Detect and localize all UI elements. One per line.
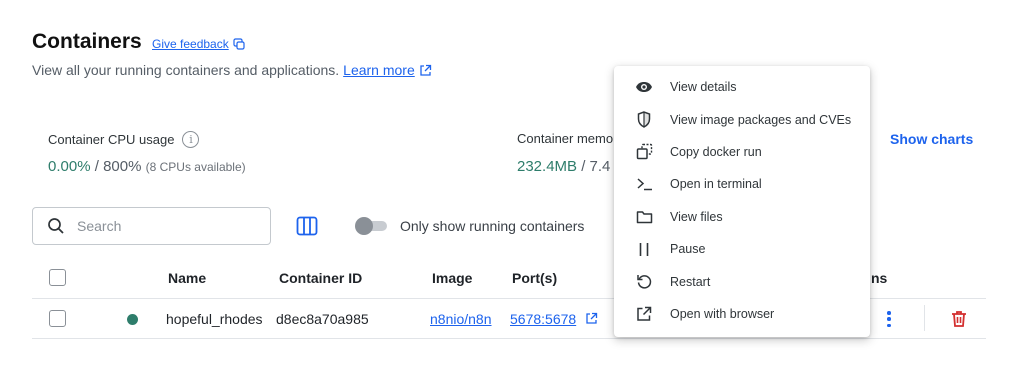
port-external-link-icon[interactable] [585,312,598,325]
running-only-label: Only show running containers [400,218,585,234]
menu-item-restart[interactable]: Restart [614,265,870,297]
feedback-icon [233,38,245,50]
restart-icon [635,273,653,291]
eye-icon [635,78,653,96]
subtitle-text: View all your running containers and app… [32,62,340,78]
menu-item-open-terminal[interactable]: Open in terminal [614,168,870,200]
menu-item-label: Open with browser [670,306,775,321]
menu-item-label: View files [670,209,723,224]
container-name[interactable]: hopeful_rhodes [166,311,263,327]
cpu-separator: / [90,158,104,175]
toggle-knob [355,217,373,235]
menu-item-label: Pause [670,242,706,257]
memory-current: 232.4MB [517,158,578,175]
cpu-usage-label: Container CPU usage i [48,131,200,148]
menu-item-view-details[interactable]: View details [614,71,870,103]
menu-item-view-packages[interactable]: View image packages and CVEs [614,103,870,135]
menu-item-pause[interactable]: Pause [614,233,870,265]
cpu-note: (8 CPUs available) [145,160,246,174]
learn-more-link[interactable]: Learn more [343,62,415,78]
pause-icon [635,240,653,258]
cpu-usage-label-text: Container CPU usage [48,132,175,147]
column-header-container-id[interactable]: Container ID [279,270,362,286]
copy-icon [635,143,653,161]
column-header-ports[interactable]: Port(s) [512,270,557,286]
status-dot [127,314,138,325]
external-link-icon [635,305,653,323]
more-actions-icon[interactable] [883,309,895,329]
menu-item-open-browser[interactable]: Open with browser [614,298,870,330]
memory-rest: / 7.4 [577,158,611,175]
column-header-name[interactable]: Name [168,270,206,286]
search-input[interactable]: Search [32,207,271,245]
column-header-image[interactable]: Image [432,270,472,286]
cpu-usage-value: 0.00% / 800% (8 CPUs available) [48,158,246,175]
page-title: Containers [32,30,142,53]
menu-item-copy-docker-run[interactable]: Copy docker run [614,136,870,168]
cpu-max: 800% [103,158,142,175]
container-id: d8ec8a70a985 [276,311,369,327]
info-icon[interactable]: i [182,131,200,148]
external-link-icon [420,64,431,76]
column-header-actions: ns [871,270,888,286]
cpu-current: 0.00% [48,158,91,175]
menu-item-view-files[interactable]: View files [614,201,870,233]
row-checkbox[interactable] [49,310,66,327]
row-divider [32,338,986,339]
menu-item-label: Restart [670,274,711,289]
give-feedback-link[interactable]: Give feedback [152,37,245,51]
container-port-link[interactable]: 5678:5678 [510,311,576,327]
menu-item-label: Open in terminal [670,177,762,192]
page-subtitle: View all your running containers and app… [32,62,432,78]
columns-icon[interactable] [296,216,318,236]
context-menu: View details View image packages and CVE… [614,66,870,337]
actions-divider [924,305,925,331]
search-placeholder: Search [77,218,122,234]
search-icon [48,218,64,234]
menu-item-label: Copy docker run [670,144,762,159]
menu-item-label: View details [670,80,737,95]
memory-usage-label: Container memor [517,131,618,146]
give-feedback-label: Give feedback [152,37,229,51]
select-all-checkbox[interactable] [49,269,66,286]
terminal-icon [635,175,653,193]
memory-usage-value: 232.4MB / 7.4 [517,158,610,175]
folder-icon [635,208,653,226]
show-charts-button[interactable]: Show charts [890,131,973,147]
container-image-link[interactable]: n8nio/n8n [430,311,492,327]
menu-item-label: View image packages and CVEs [670,112,852,127]
running-only-toggle[interactable] [355,217,387,235]
shield-icon [635,111,653,129]
delete-icon[interactable] [949,309,969,329]
